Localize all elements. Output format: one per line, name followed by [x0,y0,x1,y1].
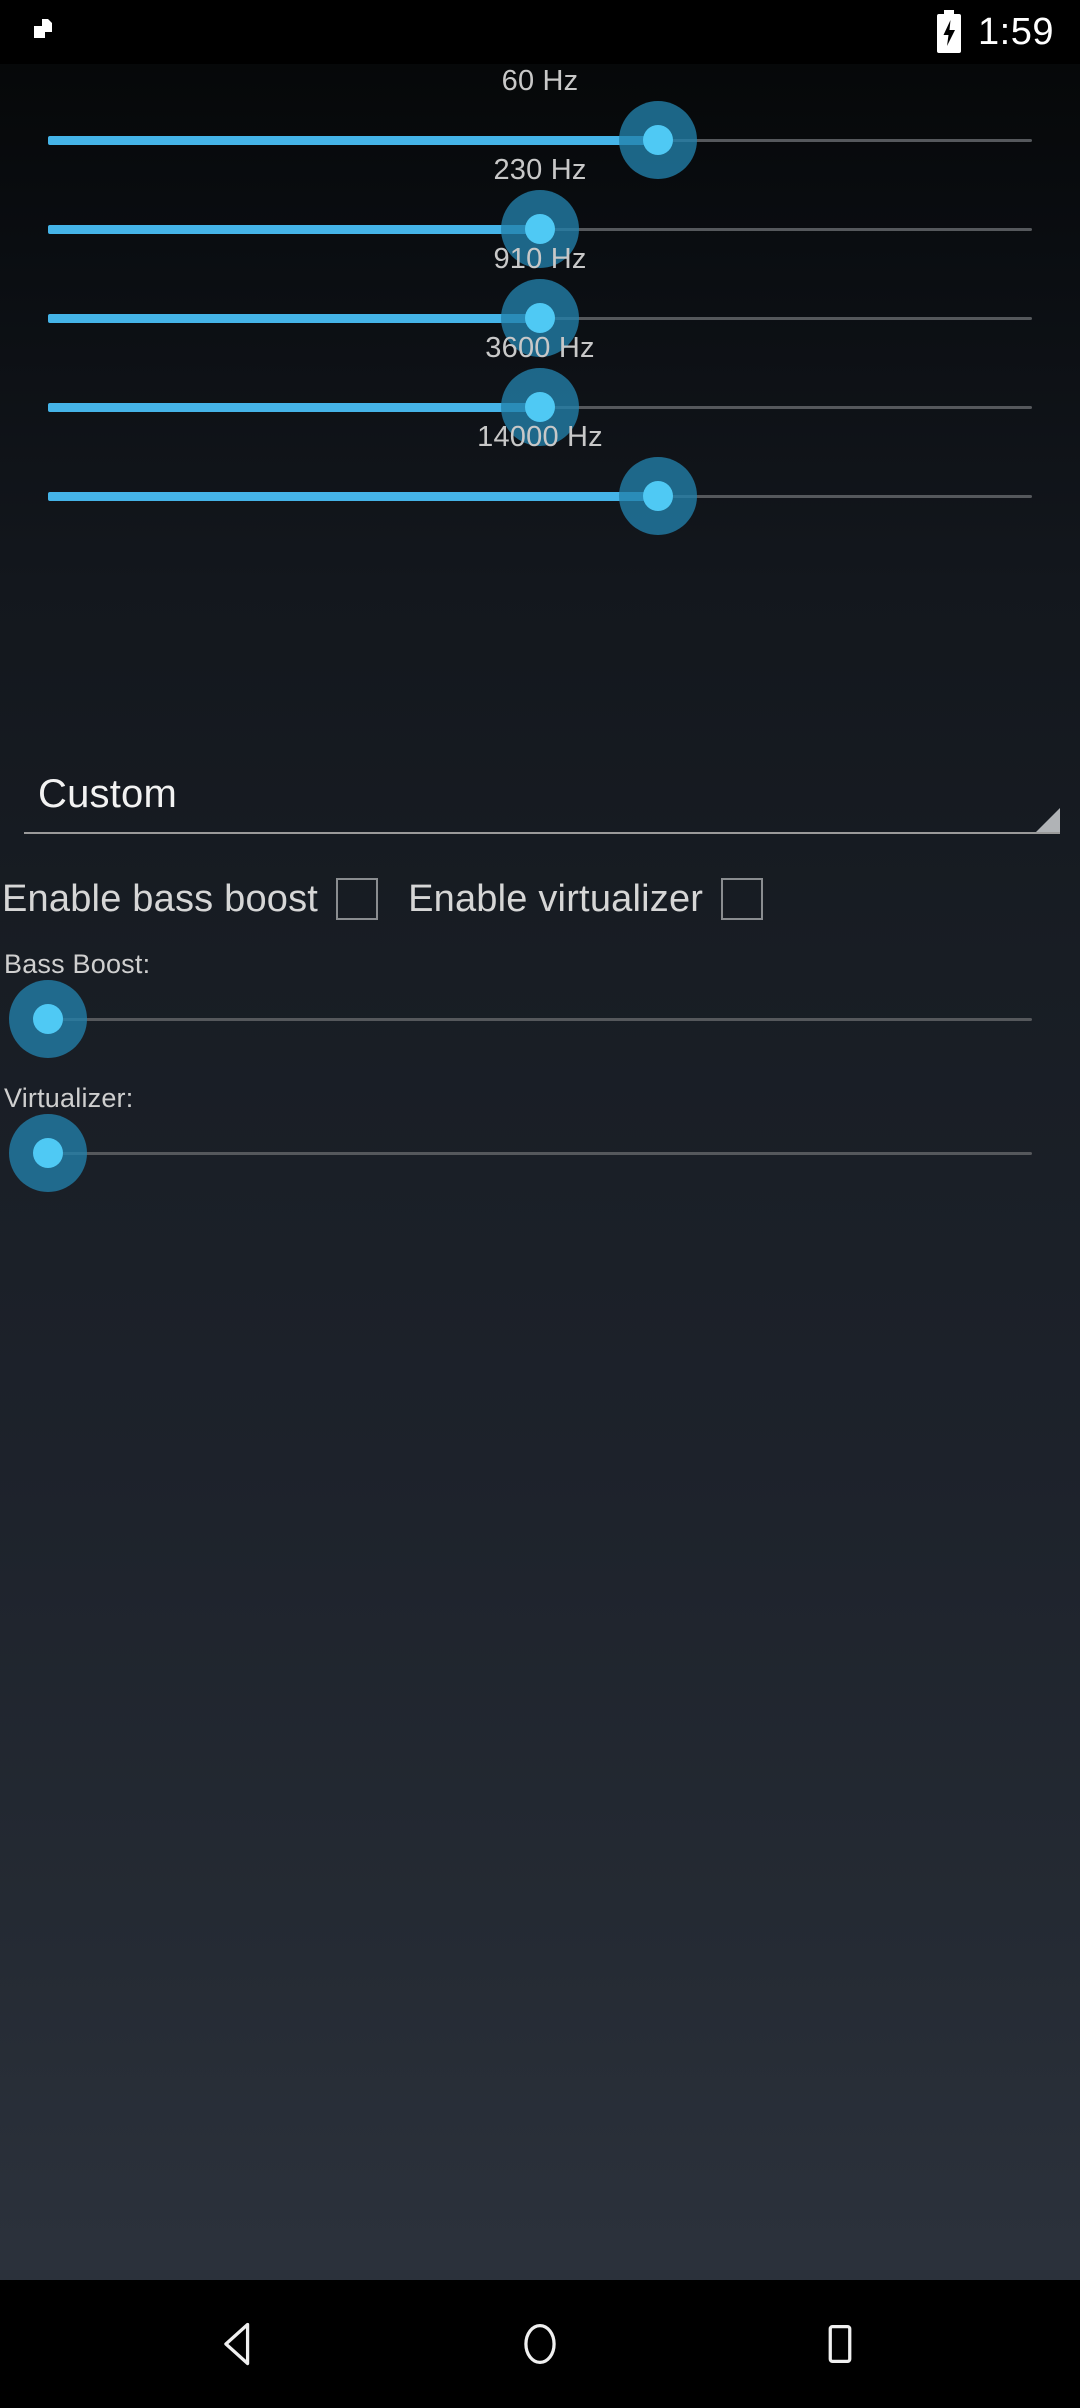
bass-boost-slider[interactable] [9,980,1032,1058]
nav-home-button[interactable] [475,2280,605,2408]
virtualizer-section: Virtualizer: [0,1082,1080,1192]
virtualizer-toggle-label: Enable virtualizer [408,878,704,920]
virtualizer-label: Virtualizer: [4,1083,134,1113]
eq-band-row: 3600 Hz [0,331,1080,446]
eq-band-label: 230 Hz [493,154,587,186]
app-notification-icon [30,15,64,49]
nav-back-button[interactable] [175,2280,305,2408]
dropdown-caret-icon[interactable] [1036,808,1060,832]
eq-band-label: 60 Hz [501,65,579,97]
eq-band-slider[interactable] [48,457,1032,535]
slider-fill [48,491,659,501]
eq-band-row: 910 Hz [0,242,1080,357]
back-triangle-icon [214,2318,266,2370]
eq-band-label: 910 Hz [493,243,587,275]
slider-thumb[interactable] [619,457,698,535]
eq-band-row: 230 Hz [0,153,1080,268]
virtualizer-checkbox[interactable] [721,878,764,920]
spinner-underline [24,832,1060,834]
slider-thumb[interactable] [9,1114,87,1192]
preset-spinner-value: Custom [38,772,178,816]
status-bar-right: 1:59 [934,10,1054,54]
battery-charging-icon [934,10,964,54]
status-bar-left [30,15,64,49]
slider-track[interactable] [48,1151,1032,1155]
home-circle-icon [514,2318,566,2370]
eq-band-label: 3600 Hz [485,332,595,364]
bass-boost-section: Bass Boost: [0,948,1080,1058]
nav-recents-button[interactable] [775,2280,905,2408]
status-bar: 1:59 [0,0,1080,64]
bass-boost-toggle-label: Enable bass boost [2,878,319,920]
slider-fill [48,313,540,323]
bass-boost-checkbox[interactable] [336,878,379,920]
eq-band-label: 14000 Hz [477,421,603,453]
recents-square-icon [814,2318,866,2370]
bass-boost-label: Bass Boost: [4,949,151,979]
preset-spinner[interactable]: Custom [24,766,1060,834]
phone-screen: 1:59 60 Hz 230 Hz 910 Hz 3600 Hz 14000 H… [0,0,1080,2408]
status-bar-clock: 1:59 [978,11,1054,53]
eq-band-row: 60 Hz [0,64,1080,179]
virtualizer-slider[interactable] [9,1114,1032,1192]
slider-track[interactable] [48,1017,1032,1021]
slider-fill [48,402,540,412]
android-navigation-bar [0,2280,1080,2408]
eq-band-row: 14000 Hz [0,420,1080,535]
equalizer-screen-content: 60 Hz 230 Hz 910 Hz 3600 Hz 14000 Hz Cus… [0,64,1080,2280]
effect-toggle-row: Enable bass boost Enable virtualizer [0,868,1080,930]
slider-fill [48,224,540,234]
slider-thumb[interactable] [9,980,87,1058]
slider-fill [48,135,659,145]
